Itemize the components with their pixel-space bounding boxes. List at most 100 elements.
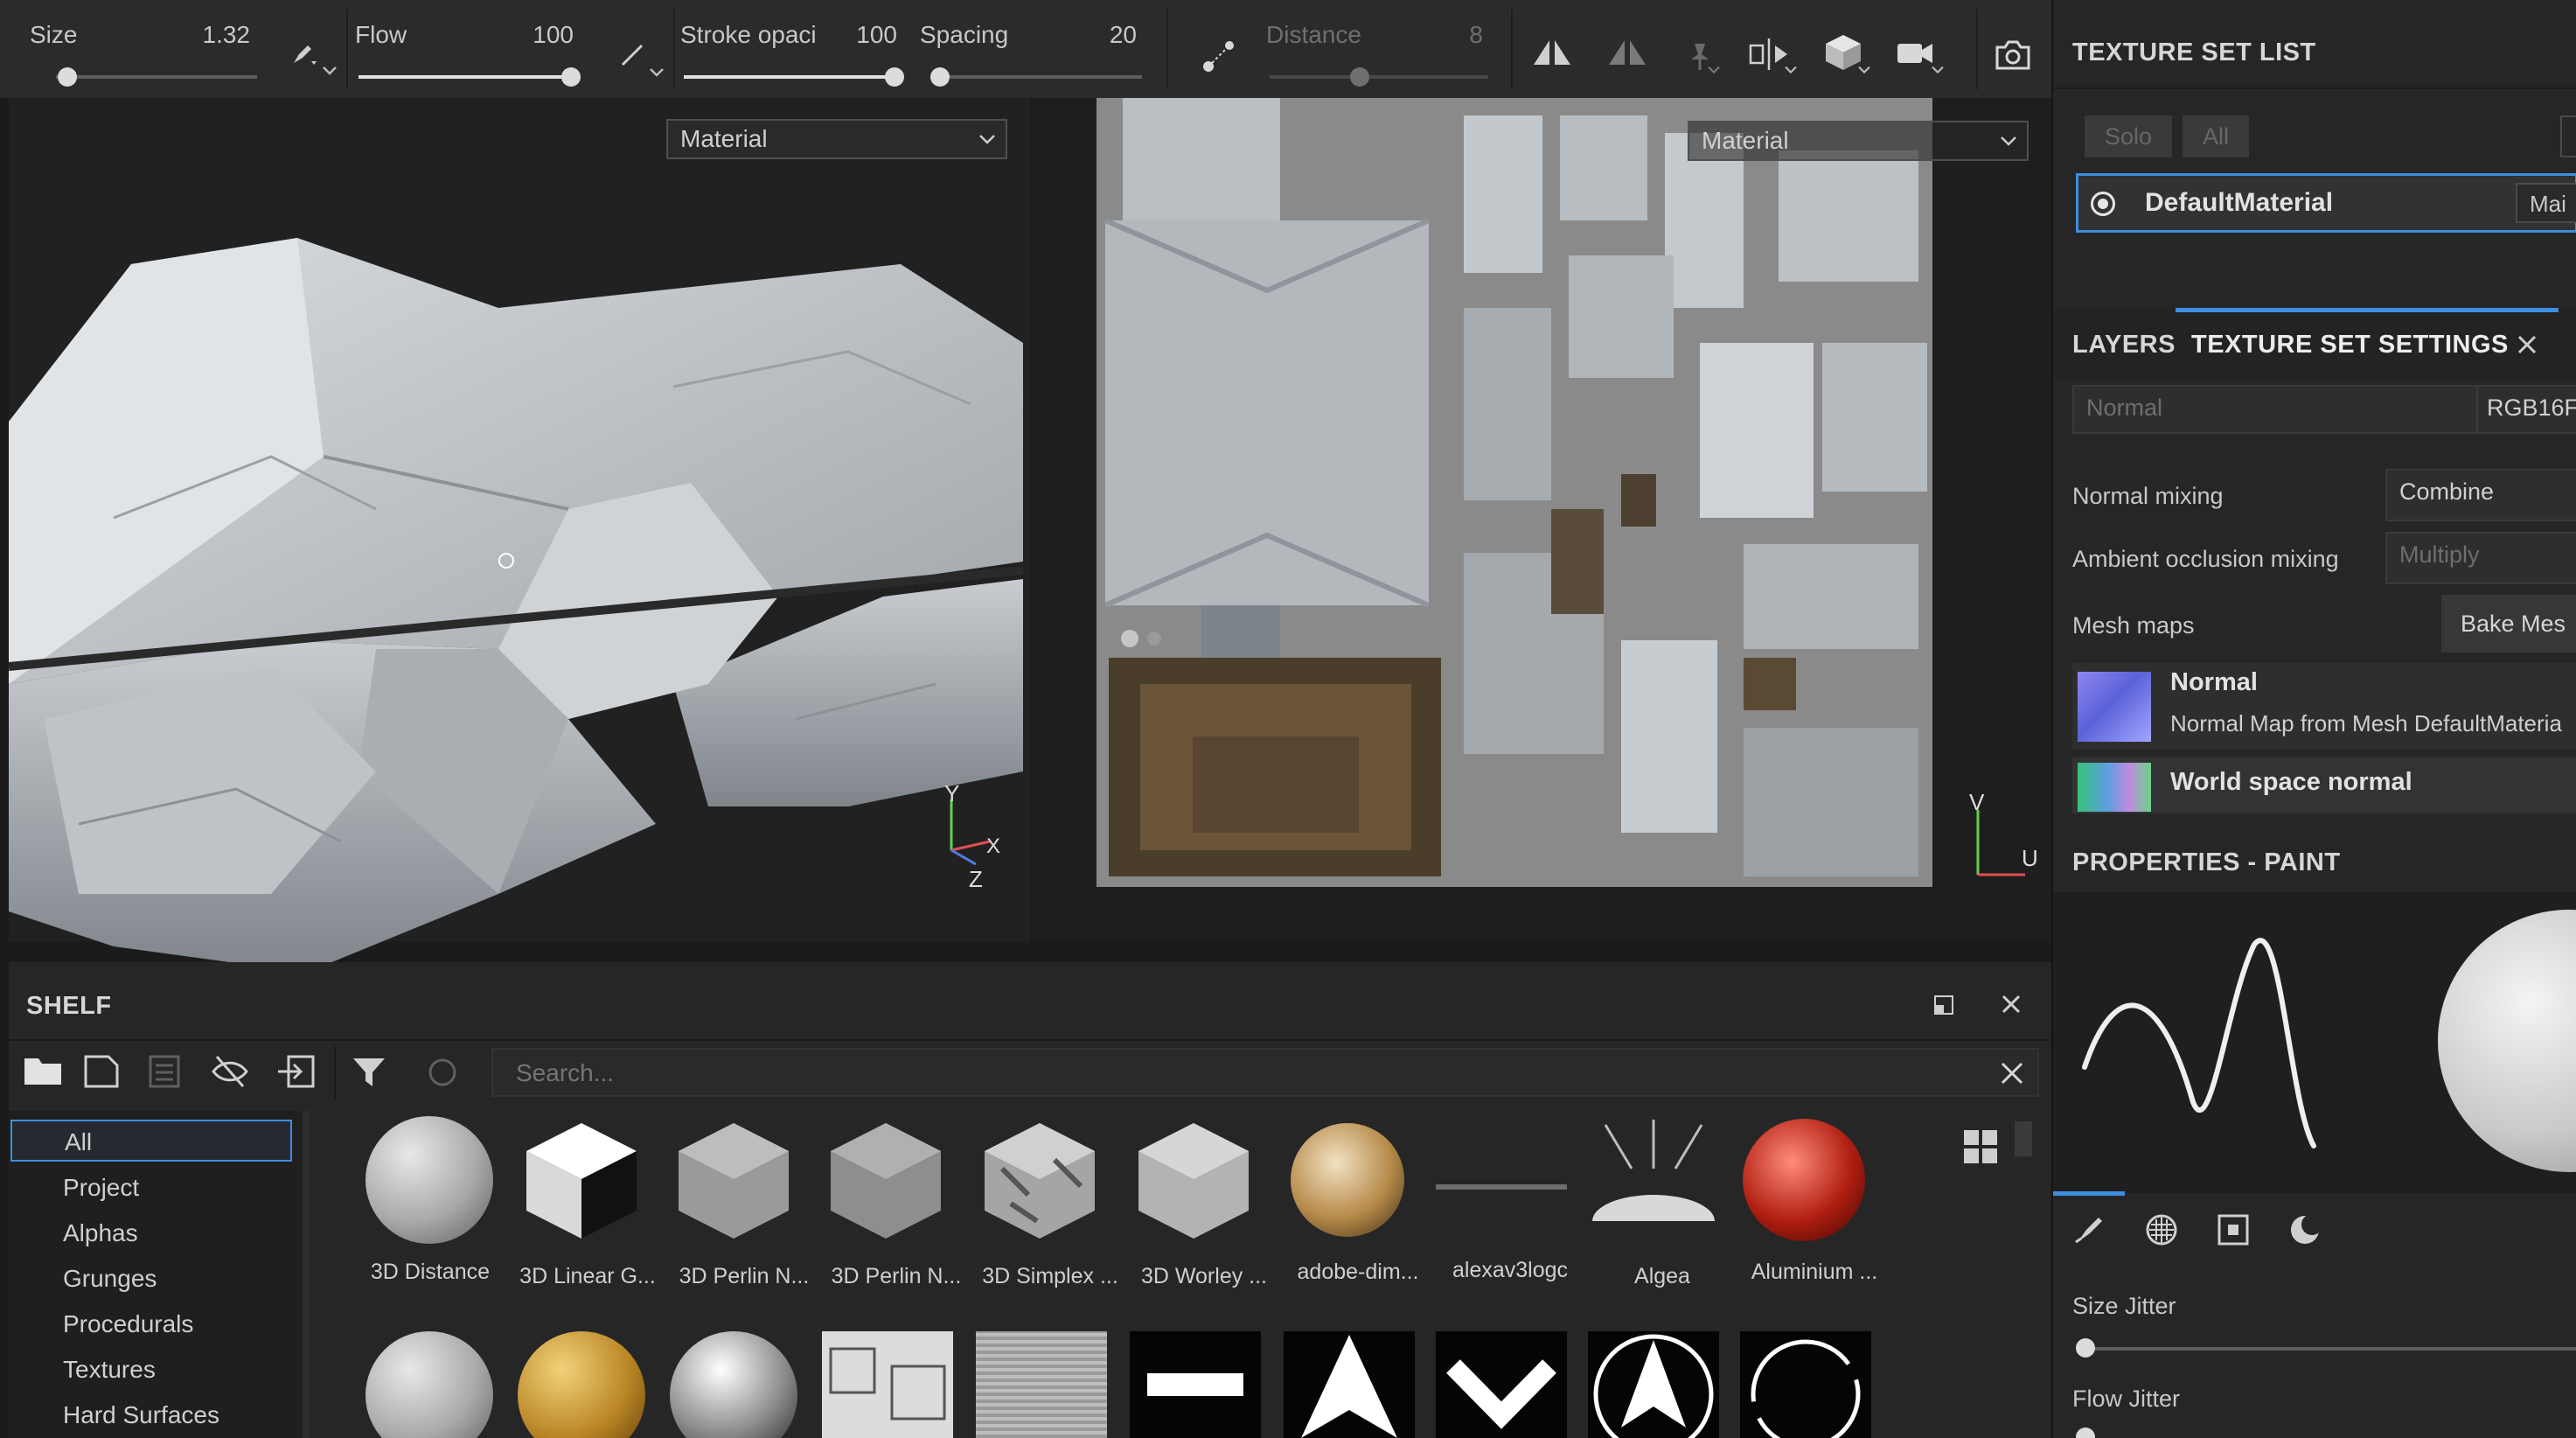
new-shelf-icon[interactable] bbox=[82, 1053, 121, 1090]
resource-tile[interactable]: 3D Perlin N... bbox=[822, 1116, 971, 1309]
resource-tile[interactable]: alexav3logc bbox=[1436, 1116, 1584, 1309]
resource-tile[interactable]: adobe-dim... bbox=[1284, 1116, 1432, 1309]
grid-view-icon[interactable] bbox=[1962, 1128, 1999, 1165]
brush-tab-icon[interactable] bbox=[2072, 1212, 2107, 1247]
channel-name-field[interactable]: Normal bbox=[2072, 385, 2480, 434]
tab-texture-set-settings[interactable]: TEXTURE SET SETTINGS bbox=[2191, 331, 2509, 360]
size-slider[interactable] bbox=[56, 75, 257, 79]
size-jitter-slider[interactable] bbox=[2079, 1347, 2576, 1351]
reset-icon[interactable] bbox=[425, 1055, 460, 1090]
symmetry-icon[interactable] bbox=[1532, 35, 1572, 70]
alpha-tab-icon[interactable] bbox=[2144, 1212, 2179, 1247]
undock-icon[interactable] bbox=[1932, 994, 1955, 1016]
resource-tile[interactable]: 3D Simplex ... bbox=[976, 1116, 1124, 1309]
category-item-textures[interactable]: Textures bbox=[63, 1356, 156, 1384]
resource-tile[interactable] bbox=[1588, 1331, 1719, 1438]
channel-format-select[interactable]: RGB16F bbox=[2476, 385, 2576, 434]
pen-pressure-icon[interactable] bbox=[290, 40, 317, 66]
size-jitter-slider-handle[interactable] bbox=[2076, 1338, 2095, 1358]
category-item-all[interactable]: All bbox=[10, 1120, 292, 1162]
chevron-down-icon[interactable] bbox=[649, 66, 665, 79]
flow-slider[interactable] bbox=[359, 75, 577, 79]
tab-layers[interactable]: LAYERS bbox=[2072, 331, 2176, 360]
resource-tile[interactable]: 3D Linear G... bbox=[518, 1116, 658, 1309]
flow-jitter-slider-handle[interactable] bbox=[2076, 1428, 2095, 1438]
normal-mixing-select[interactable]: Combine bbox=[2385, 469, 2576, 521]
resource-tile[interactable] bbox=[1284, 1331, 1415, 1438]
hide-icon[interactable] bbox=[210, 1053, 250, 1090]
close-icon[interactable] bbox=[1999, 992, 2023, 1016]
radio-selected-icon[interactable] bbox=[2091, 192, 2115, 216]
resource-tile[interactable] bbox=[366, 1331, 493, 1438]
category-scrollbar[interactable] bbox=[303, 1111, 310, 1438]
spacing-slider[interactable] bbox=[932, 75, 1142, 79]
clear-search-icon[interactable] bbox=[1999, 1060, 2025, 1086]
size-slider-handle[interactable] bbox=[58, 67, 77, 87]
folder-icon[interactable] bbox=[23, 1053, 63, 1088]
stroke-pressure-icon[interactable] bbox=[619, 42, 645, 68]
resource-tile[interactable]: 3D Perlin N... bbox=[670, 1116, 818, 1309]
lazy-mouse-icon[interactable] bbox=[1201, 38, 1236, 73]
resource-tile[interactable] bbox=[1740, 1331, 1871, 1438]
material-tab-icon[interactable] bbox=[2287, 1212, 2322, 1247]
resource-tile[interactable]: Algea bbox=[1588, 1116, 1737, 1309]
stroke-opacity-slider[interactable] bbox=[684, 75, 897, 79]
chevron-down-icon[interactable] bbox=[322, 65, 338, 77]
distance-slider[interactable] bbox=[1270, 75, 1488, 79]
resource-tile[interactable] bbox=[1130, 1331, 1261, 1438]
channel-select-3d[interactable]: Material bbox=[666, 119, 1007, 159]
resource-tile[interactable]: 3D Worley ... bbox=[1130, 1116, 1278, 1309]
chevron-down-icon[interactable] bbox=[1707, 65, 1721, 75]
resource-tile[interactable] bbox=[670, 1331, 797, 1438]
search-input[interactable] bbox=[493, 1050, 2004, 1097]
category-item-alphas[interactable]: Alphas bbox=[63, 1219, 138, 1247]
viewport-3d[interactable]: Material Y X Z bbox=[9, 98, 1030, 973]
texture-set-row[interactable]: DefaultMaterial Mai bbox=[2076, 173, 2576, 233]
mesh-map-row-normal[interactable]: Normal Normal Map from Mesh DefaultMater… bbox=[2072, 663, 2576, 749]
category-item-procedurals[interactable]: Procedurals bbox=[63, 1310, 193, 1338]
category-item-project[interactable]: Project bbox=[63, 1174, 139, 1202]
distance-slider-handle[interactable] bbox=[1350, 67, 1369, 87]
flow-slider-handle[interactable] bbox=[561, 67, 581, 87]
shader-select[interactable]: Mai bbox=[2516, 183, 2576, 223]
stroke-opacity-value[interactable]: 100 bbox=[822, 21, 897, 49]
chevron-down-icon[interactable] bbox=[1784, 65, 1798, 75]
texture-set-list-edge-control[interactable] bbox=[2560, 115, 2576, 157]
uv-texture-render[interactable] bbox=[1097, 98, 1932, 887]
ao-mixing-select[interactable]: Multiply bbox=[2385, 532, 2576, 584]
mesh-render-3d[interactable] bbox=[9, 229, 1030, 1051]
size-value[interactable]: 1.32 bbox=[175, 21, 251, 49]
resource-tile[interactable] bbox=[822, 1331, 953, 1438]
spacing-slider-handle[interactable] bbox=[930, 67, 950, 87]
symmetry-mirror-icon[interactable] bbox=[1607, 35, 1647, 70]
camera-video-icon[interactable] bbox=[1896, 38, 1934, 68]
bake-mesh-maps-button[interactable]: Bake Mes bbox=[2441, 595, 2576, 653]
resource-label: 3D Worley ... bbox=[1140, 1264, 1268, 1288]
chevron-down-icon[interactable] bbox=[1857, 65, 1871, 75]
category-item-grunges[interactable]: Grunges bbox=[63, 1265, 157, 1293]
screenshot-camera-icon[interactable] bbox=[1994, 38, 2032, 72]
viewport-2d[interactable]: Material V U bbox=[1032, 98, 2051, 941]
solo-button[interactable]: Solo bbox=[2085, 115, 2172, 157]
stencil-tab-icon[interactable] bbox=[2216, 1212, 2251, 1247]
category-item-hard-surfaces[interactable]: Hard Surfaces bbox=[63, 1401, 219, 1429]
import-icon[interactable] bbox=[276, 1053, 317, 1090]
resource-tile[interactable]: 3D Distance bbox=[366, 1116, 495, 1309]
grid-scrollbar[interactable] bbox=[2015, 1121, 2032, 1156]
resource-tile[interactable] bbox=[1436, 1331, 1567, 1438]
save-shelf-icon[interactable] bbox=[147, 1053, 182, 1090]
spacing-value[interactable]: 20 bbox=[1062, 21, 1137, 49]
channel-select-2d[interactable]: Material bbox=[1688, 121, 2029, 161]
resource-tile[interactable] bbox=[976, 1331, 1107, 1438]
filter-icon[interactable] bbox=[352, 1055, 386, 1090]
distance-value[interactable]: 8 bbox=[1408, 21, 1483, 49]
flow-value[interactable]: 100 bbox=[498, 21, 574, 49]
all-button[interactable]: All bbox=[2183, 115, 2249, 157]
mesh-map-row-world-space-normal[interactable]: World space normal bbox=[2072, 757, 2576, 813]
flow-jitter-label: Flow Jitter bbox=[2072, 1386, 2181, 1412]
chevron-down-icon[interactable] bbox=[1931, 65, 1945, 75]
stroke-opacity-slider-handle[interactable] bbox=[885, 67, 904, 87]
resource-tile[interactable] bbox=[518, 1331, 645, 1438]
close-icon[interactable] bbox=[2515, 332, 2539, 357]
resource-tile[interactable]: Aluminium ... bbox=[1740, 1116, 1889, 1309]
